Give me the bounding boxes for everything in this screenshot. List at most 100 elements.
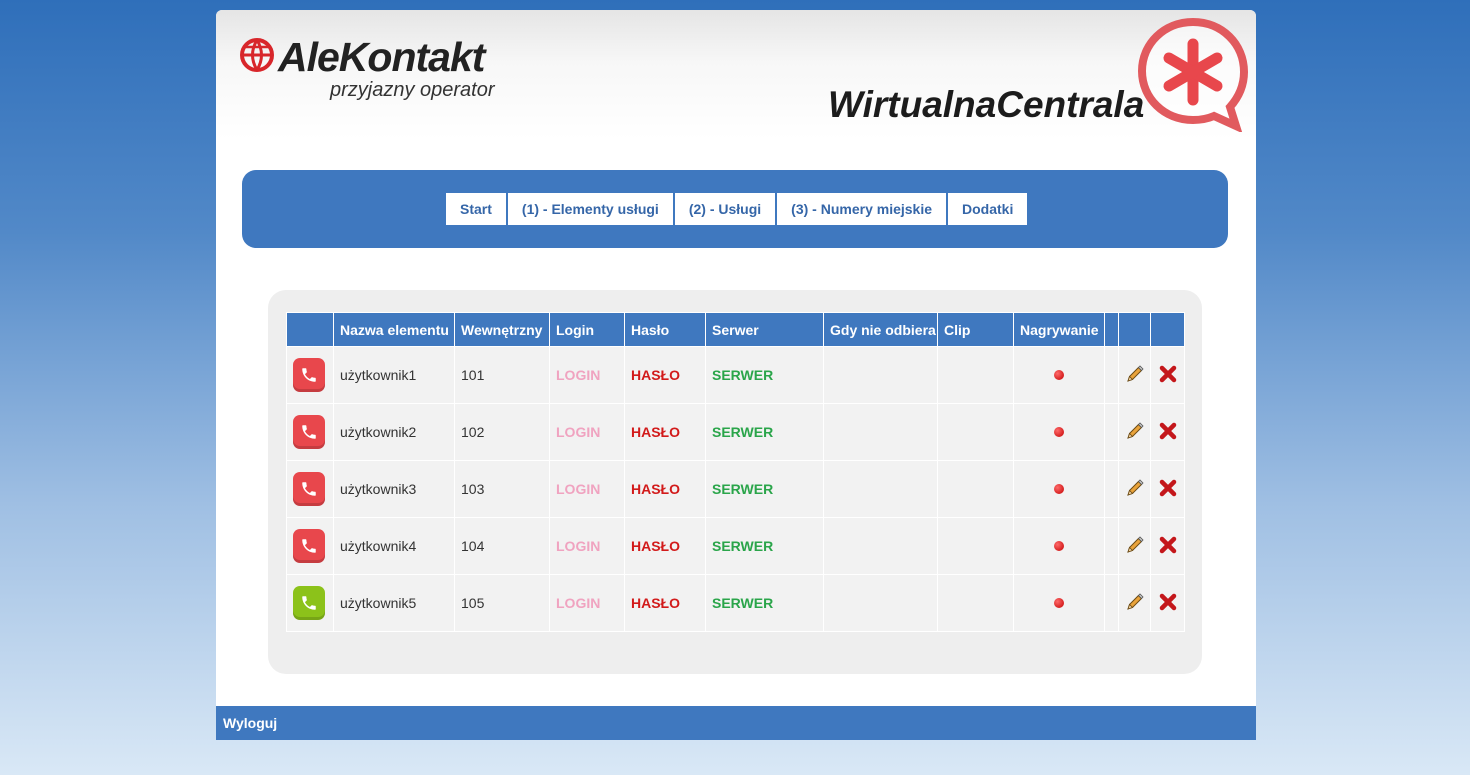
delete-cell	[1150, 517, 1185, 575]
no-answer-cell	[823, 517, 938, 575]
login-value: LOGIN	[556, 424, 601, 440]
no-answer-cell	[823, 346, 938, 404]
login-cell: LOGIN	[549, 346, 625, 404]
clip-cell	[937, 517, 1014, 575]
clip-cell	[937, 403, 1014, 461]
element-name: użytkownik4	[340, 538, 417, 554]
nav-item-elementy-uslugi[interactable]: (1) - Elementy usługi	[507, 193, 673, 225]
spacer-cell	[1104, 403, 1119, 461]
pencil-icon[interactable]	[1125, 592, 1145, 612]
password-cell: HASŁO	[624, 574, 706, 632]
password-value: HASŁO	[631, 595, 680, 611]
spacer-cell	[1104, 460, 1119, 518]
col-header-password: Hasło	[624, 312, 706, 347]
table-row: użytkownik4 104 LOGIN HASŁO SERWER	[286, 517, 1185, 575]
main-navigation: Start (1) - Elementy usługi (2) - Usługi…	[242, 170, 1228, 248]
phone-status-button[interactable]	[293, 415, 325, 449]
login-value: LOGIN	[556, 367, 601, 383]
edit-cell	[1118, 403, 1151, 461]
login-value: LOGIN	[556, 481, 601, 497]
spacer-cell	[1104, 517, 1119, 575]
col-header-server: Serwer	[705, 312, 824, 347]
col-header-recording: Nagrywanie	[1013, 312, 1105, 347]
password-cell: HASŁO	[624, 403, 706, 461]
logo-name: AleKontakt	[278, 34, 485, 80]
server-value: SERWER	[712, 367, 774, 383]
recording-cell	[1013, 460, 1105, 518]
content-panel: Nazwa elementu Wewnętrzny Login Hasło Se…	[268, 290, 1202, 674]
extension-cell: 103	[454, 460, 550, 518]
recording-cell	[1013, 403, 1105, 461]
password-value: HASŁO	[631, 367, 680, 383]
phone-status-button[interactable]	[293, 529, 325, 563]
server-cell: SERWER	[705, 346, 824, 404]
table-header-row: Nazwa elementu Wewnętrzny Login Hasło Se…	[286, 312, 1185, 347]
page-container: AleKontakt przyjazny operator WirtualnaC…	[216, 10, 1256, 740]
table-row: użytkownik5 105 LOGIN HASŁO SERWER	[286, 574, 1185, 632]
delete-x-icon[interactable]	[1158, 364, 1178, 384]
nav-item-start[interactable]: Start	[446, 193, 506, 225]
name-cell: użytkownik3	[333, 460, 455, 518]
delete-x-icon[interactable]	[1158, 421, 1178, 441]
edit-cell	[1118, 460, 1151, 518]
users-table-body: użytkownik1 101 LOGIN HASŁO SERWER użytk…	[286, 346, 1185, 632]
extension-cell: 102	[454, 403, 550, 461]
spacer-cell	[1104, 574, 1119, 632]
users-table: Nazwa elementu Wewnętrzny Login Hasło Se…	[286, 312, 1185, 632]
server-cell: SERWER	[705, 403, 824, 461]
name-cell: użytkownik1	[333, 346, 455, 404]
extension-cell: 104	[454, 517, 550, 575]
col-header-status	[286, 312, 334, 347]
col-header-clip: Clip	[937, 312, 1014, 347]
pencil-icon[interactable]	[1125, 478, 1145, 498]
col-header-spacer	[1104, 312, 1119, 347]
phone-icon	[302, 539, 316, 553]
server-value: SERWER	[712, 595, 774, 611]
phone-status-button[interactable]	[293, 358, 325, 392]
phone-icon	[302, 368, 316, 382]
no-answer-cell	[823, 574, 938, 632]
col-header-login: Login	[549, 312, 625, 347]
password-value: HASŁO	[631, 538, 680, 554]
delete-x-icon[interactable]	[1158, 478, 1178, 498]
recording-dot-icon	[1054, 541, 1064, 551]
recording-cell	[1013, 346, 1105, 404]
element-name: użytkownik3	[340, 481, 417, 497]
login-cell: LOGIN	[549, 574, 625, 632]
col-header-edit	[1118, 312, 1151, 347]
extension-number: 104	[461, 538, 485, 554]
pencil-icon[interactable]	[1125, 364, 1145, 384]
col-header-delete	[1150, 312, 1185, 347]
password-value: HASŁO	[631, 481, 680, 497]
pencil-icon[interactable]	[1125, 535, 1145, 555]
clip-cell	[937, 346, 1014, 404]
login-cell: LOGIN	[549, 460, 625, 518]
nav-item-uslugi[interactable]: (2) - Usługi	[674, 193, 776, 225]
clip-cell	[937, 574, 1014, 632]
edit-cell	[1118, 574, 1151, 632]
login-cell: LOGIN	[549, 403, 625, 461]
brand-title: WirtualnaCentrala	[828, 84, 1145, 125]
no-answer-cell	[823, 460, 938, 518]
delete-x-icon[interactable]	[1158, 535, 1178, 555]
login-cell: LOGIN	[549, 517, 625, 575]
logout-link[interactable]: Wyloguj	[223, 715, 277, 731]
col-header-name: Nazwa elementu	[333, 312, 455, 347]
pencil-icon[interactable]	[1125, 421, 1145, 441]
phone-status-button[interactable]	[293, 586, 325, 620]
password-value: HASŁO	[631, 424, 680, 440]
phone-status-button[interactable]	[293, 472, 325, 506]
table-row: użytkownik3 103 LOGIN HASŁO SERWER	[286, 460, 1185, 518]
phone-icon	[302, 425, 316, 439]
recording-cell	[1013, 517, 1105, 575]
nav-item-numery-miejskie[interactable]: (3) - Numery miejskie	[777, 193, 947, 225]
delete-x-icon[interactable]	[1158, 592, 1178, 612]
nav-item-dodatki[interactable]: Dodatki	[948, 193, 1028, 225]
edit-cell	[1118, 346, 1151, 404]
recording-dot-icon	[1054, 598, 1064, 608]
edit-cell	[1118, 517, 1151, 575]
col-header-no-answer: Gdy nie odbiera	[823, 312, 938, 347]
recording-cell	[1013, 574, 1105, 632]
server-cell: SERWER	[705, 517, 824, 575]
recording-dot-icon	[1054, 484, 1064, 494]
